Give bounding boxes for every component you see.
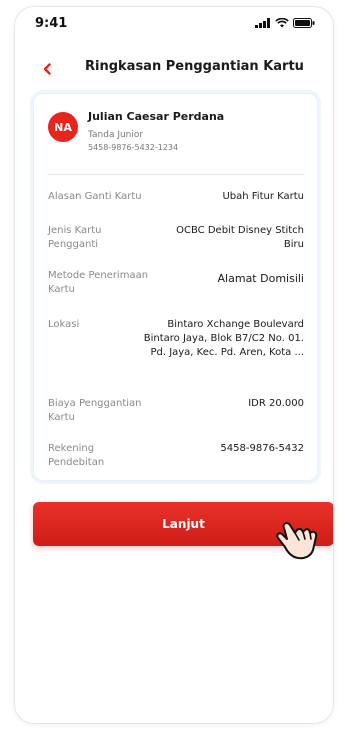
- phone-frame: 9:41 Ringkasan Penggantian Kartu NA Juli…: [14, 6, 334, 724]
- detail-value: 5458-9876-5432: [220, 443, 304, 454]
- wifi-icon: [275, 18, 289, 28]
- detail-value: Ubah Fitur Kartu: [222, 191, 304, 202]
- detail-label: Metode Penerimaan Kartu: [48, 270, 149, 295]
- status-time: 9:41: [35, 16, 68, 31]
- divider: [48, 174, 304, 175]
- detail-label: Alasan Ganti Kartu: [48, 191, 142, 202]
- detail-value: Bintaro Xchange Boulevard Bintaro Jaya, …: [143, 319, 304, 358]
- avatar: NA: [48, 112, 78, 142]
- user-account-number: 5458-9876-5432-1234: [88, 143, 179, 152]
- hand-pointer-icon: [276, 522, 318, 560]
- user-name: Julian Caesar Perdana: [88, 110, 225, 123]
- battery-icon: [293, 18, 315, 28]
- chevron-left-icon: [43, 63, 51, 75]
- summary-card: NA Julian Caesar Perdana Tanda Junior 54…: [33, 93, 318, 481]
- detail-value: OCBC Debit Disney Stitch Biru: [176, 225, 304, 250]
- detail-value: Alamat Domisili: [217, 272, 304, 285]
- signal-icon: [255, 18, 270, 28]
- back-button[interactable]: [35, 57, 59, 81]
- detail-label: Biaya Penggantian Kartu: [48, 398, 142, 423]
- page-title: Ringkasan Penggantian Kartu: [85, 59, 304, 74]
- detail-label: Jenis Kartu Pengganti: [48, 225, 102, 250]
- user-tier: Tanda Junior: [88, 130, 144, 140]
- detail-label: Rekening Pendebitan: [48, 443, 105, 468]
- status-bar: 9:41: [15, 7, 333, 41]
- header: Ringkasan Penggantian Kartu: [15, 51, 333, 87]
- detail-value: IDR 20.000: [248, 398, 304, 409]
- status-icons: [255, 18, 315, 28]
